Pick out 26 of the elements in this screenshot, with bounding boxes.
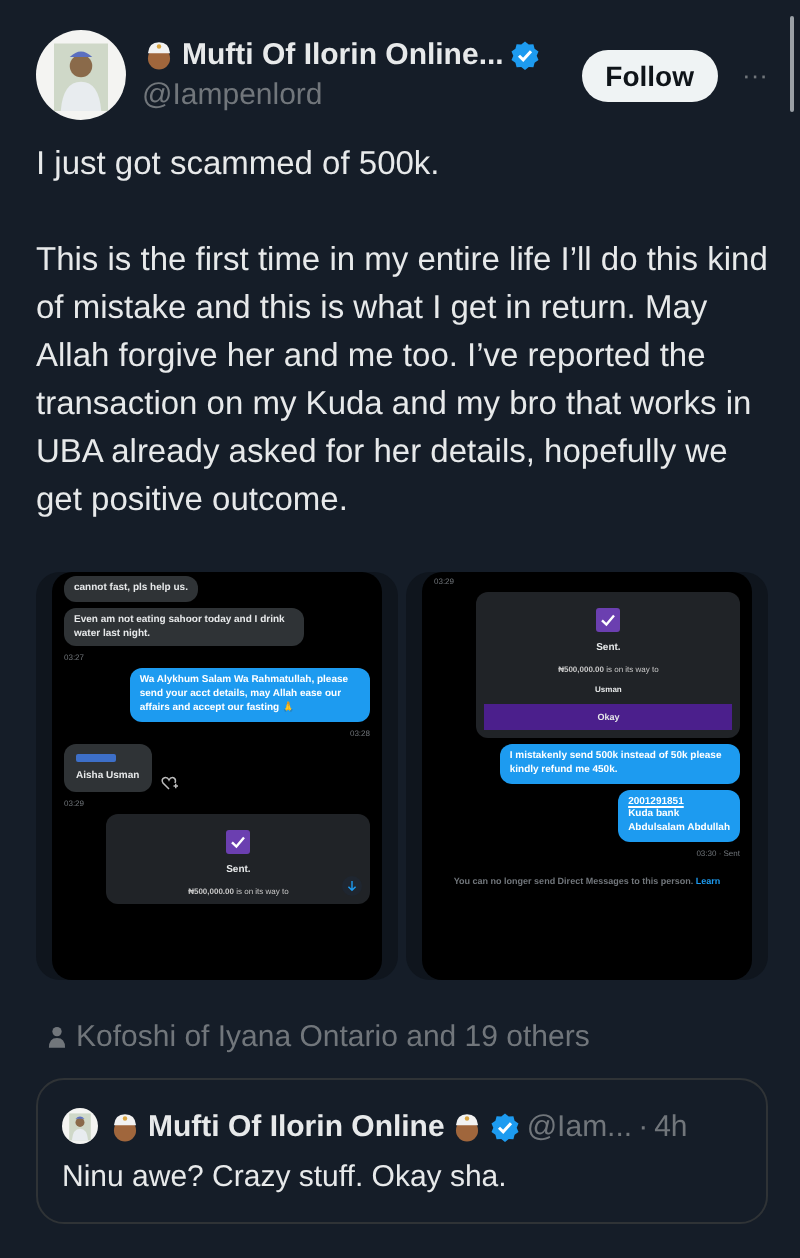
person-icon xyxy=(48,1026,66,1048)
follow-button[interactable]: Follow xyxy=(581,49,718,101)
down-arrow-icon xyxy=(342,876,362,897)
author-name: Mufti Of Ilorin Online... xyxy=(182,38,504,72)
quote-text: Ninu awe? Crazy stuff. Okay sha. xyxy=(62,1160,509,1194)
liked-by-text: Kofoshi of Iyana Ontario and 19 others xyxy=(76,1020,590,1054)
author-handle: @Iam... xyxy=(526,1109,633,1143)
blurred-link xyxy=(76,753,116,761)
more-button[interactable]: ··· xyxy=(742,60,768,90)
separator-dot: · xyxy=(638,1109,649,1143)
author-name: Mufti Of Ilorin Online xyxy=(148,1109,445,1143)
turban-icon xyxy=(108,1109,142,1143)
quoted-post[interactable]: Mufti Of Ilorin Online @Iam... · 4h Ninu awe? Crazy stuff. Okay sha. xyxy=(36,1078,768,1224)
checkbox-icon xyxy=(596,608,621,632)
post-time: 4h xyxy=(654,1109,688,1143)
author-handle: @Iampenlord xyxy=(142,78,325,112)
tweet-text: I just got scammed of 500k. xyxy=(36,144,442,186)
checkbox-icon xyxy=(226,830,251,855)
chat-screenshot[interactable] xyxy=(406,572,768,980)
avatar xyxy=(36,30,126,120)
chat-screenshot[interactable] xyxy=(36,572,398,980)
avatar xyxy=(62,1108,98,1144)
turban-icon xyxy=(142,38,176,72)
heart-plus-icon xyxy=(159,774,178,793)
tweet-text: This is the first time in my entire life I’ll do this kind of mistake and this is what I get in return. May Allah forgive her and me too. I’ve reported the transaction on my Kuda and my bro that works in UBA already asked for her details, hopefully we get positive outcome. xyxy=(36,240,768,522)
scrollbar[interactable] xyxy=(790,16,794,112)
